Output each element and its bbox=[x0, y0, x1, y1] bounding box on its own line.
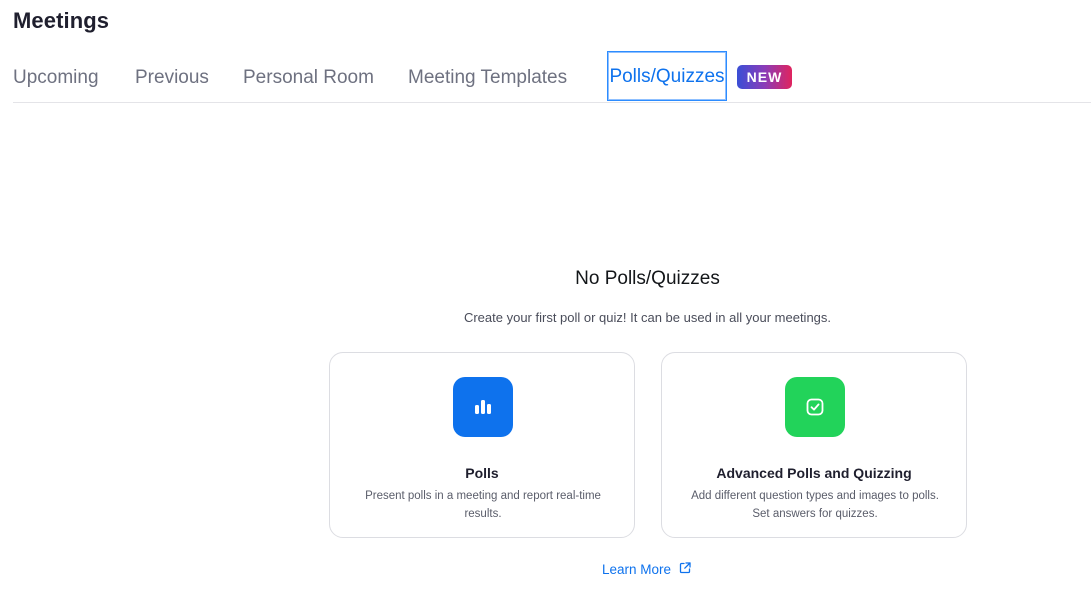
checkbox-icon bbox=[785, 377, 845, 437]
advanced-polls-card-description: Add different question types and images … bbox=[691, 490, 939, 520]
polls-card[interactable]: Polls Present polls in a meeting and rep… bbox=[329, 352, 635, 538]
empty-state-title: No Polls/Quizzes bbox=[575, 268, 720, 289]
bar-chart-icon bbox=[453, 377, 513, 437]
tab-meeting-templates[interactable]: Meeting Templates bbox=[408, 66, 567, 90]
empty-state-subtitle: Create your first poll or quiz! It can b… bbox=[463, 310, 832, 325]
learn-more-link[interactable]: Learn More bbox=[602, 561, 691, 577]
polls-card-title: Polls bbox=[465, 465, 499, 481]
learn-more-label: Learn More bbox=[602, 562, 672, 577]
polls-card-description: Present polls in a meeting and report re… bbox=[365, 490, 601, 520]
tab-upcoming[interactable]: Upcoming bbox=[13, 66, 99, 90]
advanced-polls-card-title: Advanced Polls and Quizzing bbox=[716, 465, 912, 481]
tab-bar: Upcoming Previous Personal Room Meeting … bbox=[13, 51, 1091, 103]
tab-polls-quizzes[interactable]: Polls/Quizzes bbox=[607, 51, 727, 101]
tab-previous[interactable]: Previous bbox=[135, 66, 209, 90]
advanced-polls-card[interactable]: Advanced Polls and Quizzing Add differen… bbox=[661, 352, 967, 538]
tab-personal-room[interactable]: Personal Room bbox=[243, 66, 374, 90]
external-link-icon bbox=[679, 561, 691, 574]
page-title: Meetings bbox=[13, 8, 110, 33]
new-badge: NEW bbox=[737, 65, 792, 89]
